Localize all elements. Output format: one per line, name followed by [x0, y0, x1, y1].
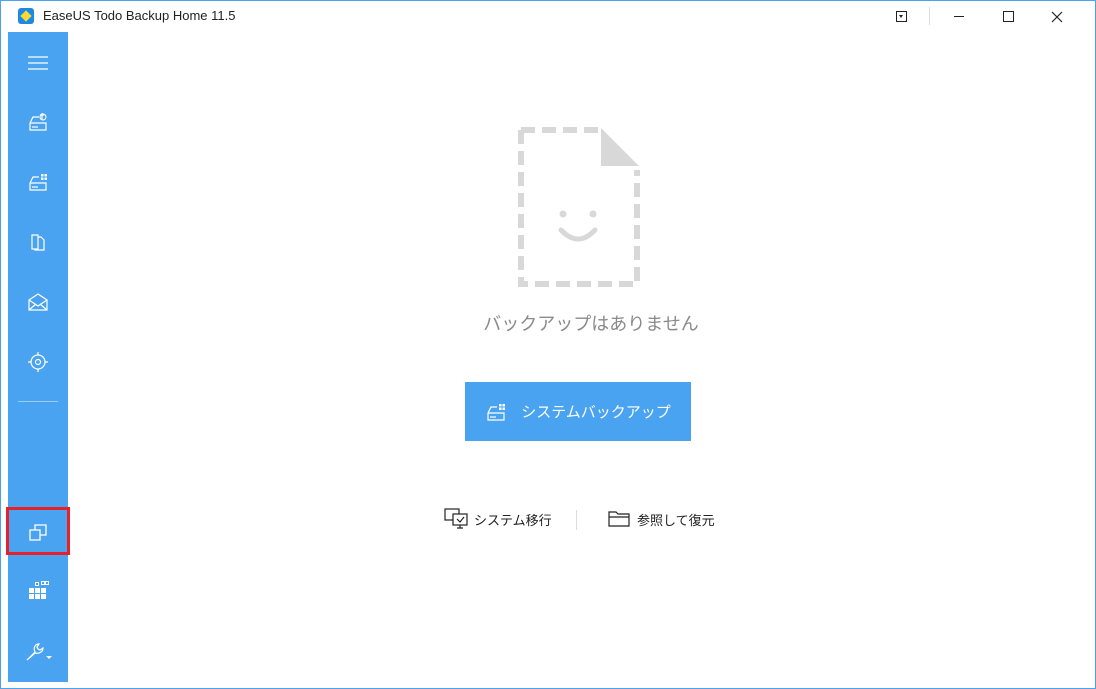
system-backup-button[interactable]: システムバックアップ — [465, 382, 691, 441]
system-backup-button-label: システムバックアップ — [521, 403, 671, 421]
close-icon — [1051, 11, 1063, 22]
dropdown-icon — [895, 11, 907, 22]
smart-backup-icon — [28, 352, 48, 372]
maximize-button[interactable] — [985, 1, 1031, 32]
system-migrate-link[interactable]: システム移行 — [444, 506, 552, 532]
sidebar-item-disk-backup[interactable] — [8, 94, 68, 150]
app-logo-icon — [18, 8, 34, 24]
disk-backup-icon — [29, 113, 47, 131]
maximize-icon — [1002, 11, 1014, 22]
close-button[interactable] — [1034, 1, 1080, 32]
empty-state-text: バックアップはありません — [483, 314, 699, 335]
system-backup-icon — [487, 403, 506, 421]
sidebar-item-system-backup[interactable] — [8, 154, 68, 210]
apps-icon — [29, 581, 49, 599]
system-migrate-label: システム移行 — [474, 513, 552, 529]
app-window: EaseUS Todo Backup Home 11.5 バックアップはありませ… — [0, 0, 1096, 689]
hamburger-menu-icon — [28, 56, 48, 70]
sidebar — [8, 32, 68, 682]
file-backup-icon — [31, 234, 45, 251]
sidebar-divider — [18, 401, 58, 402]
mail-backup-icon — [28, 293, 48, 311]
sidebar-item-mail-backup[interactable] — [8, 274, 68, 330]
minimize-button[interactable] — [936, 1, 982, 32]
links-divider — [576, 510, 577, 530]
empty-file-icon — [518, 127, 640, 287]
system-migrate-icon — [444, 508, 468, 529]
clone-highlight-box — [6, 507, 70, 555]
sidebar-item-smart-backup[interactable] — [8, 334, 68, 390]
titlebar-divider — [929, 7, 930, 25]
system-backup-icon — [29, 174, 47, 191]
title-menu-button[interactable] — [878, 1, 924, 32]
browse-restore-link[interactable]: 参照して復元 — [607, 506, 715, 532]
title-bar: EaseUS Todo Backup Home 11.5 — [1, 1, 1095, 32]
window-title: EaseUS Todo Backup Home 11.5 — [43, 8, 236, 23]
sidebar-item-apps[interactable] — [8, 562, 68, 618]
sidebar-item-file-backup[interactable] — [8, 214, 68, 270]
sidebar-item-tools[interactable] — [8, 624, 68, 680]
browse-restore-label: 参照して復元 — [637, 513, 715, 529]
sidebar-item-menu[interactable] — [8, 35, 68, 91]
folder-icon — [608, 511, 630, 527]
tools-icon — [26, 643, 52, 661]
minimize-icon — [954, 16, 964, 17]
